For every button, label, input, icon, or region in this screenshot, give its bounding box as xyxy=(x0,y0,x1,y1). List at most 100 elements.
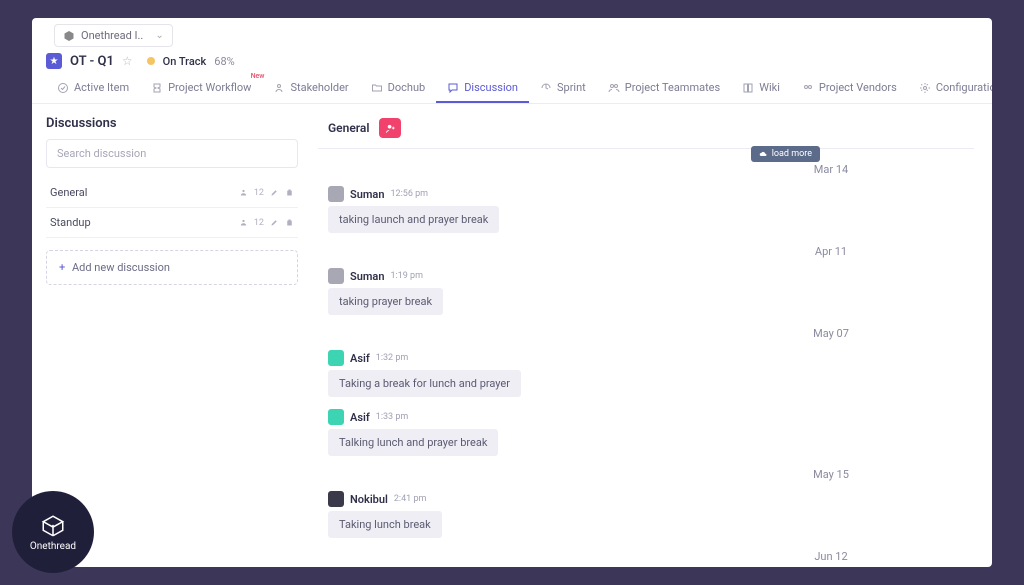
message-header: Asif 1:33 pm xyxy=(328,409,974,425)
message-feed: Mar 14Suman12:56 pmtaking launch and pra… xyxy=(318,149,974,567)
message-body: Taking a break for lunch and prayer xyxy=(328,370,521,397)
chat-icon xyxy=(447,82,459,94)
message: Suman12:56 pmtaking launch and prayer br… xyxy=(328,186,974,233)
message-author: Suman xyxy=(350,188,384,201)
discussion-name: General xyxy=(50,186,87,199)
channel-members-button[interactable] xyxy=(379,118,401,138)
message-time: 12:56 pm xyxy=(390,189,428,199)
tab-label: Sprint xyxy=(557,81,586,94)
members-icon xyxy=(239,188,248,197)
edit-icon[interactable] xyxy=(270,218,279,227)
tab-project-teammates[interactable]: Project Teammates xyxy=(597,73,731,103)
message-time: 1:33 pm xyxy=(376,412,409,422)
date-divider: May 15 xyxy=(328,468,974,481)
discussion-main: General load more Mar 14Suman12:56 pmtak… xyxy=(312,104,992,567)
org-selector[interactable]: Onethread I.. ⌄ xyxy=(54,24,173,47)
message-header: Suman 12:56 pm xyxy=(328,186,974,202)
date-divider: Mar 14 xyxy=(328,163,974,176)
tab-project-vendors[interactable]: Project Vendors xyxy=(791,73,908,103)
tab-label: Project Teammates xyxy=(625,81,720,94)
tab-wiki[interactable]: Wiki xyxy=(731,73,791,103)
tab-dochub[interactable]: Dochub xyxy=(360,73,437,103)
edit-icon[interactable] xyxy=(270,188,279,197)
status-dot xyxy=(147,57,155,65)
status-label: On Track xyxy=(163,55,207,68)
org-name: Onethread I.. xyxy=(81,29,143,42)
favorite-star-icon[interactable]: ☆ xyxy=(122,54,133,68)
tab-sprint[interactable]: Sprint xyxy=(529,73,597,103)
message-header: Nokibul 2:41 pm xyxy=(328,491,974,507)
tab-stakeholder[interactable]: Stakeholder xyxy=(262,73,359,103)
onethread-logo-badge: Onethread xyxy=(12,491,94,573)
vendors-icon xyxy=(802,82,814,94)
tab-label: Dochub xyxy=(388,81,426,94)
message: Asif 1:33 pm Talking lunch and prayer brea… xyxy=(328,409,974,456)
message-author: Suman xyxy=(350,270,384,283)
channel-name: General xyxy=(328,121,369,135)
message-header: Suman 1:19 pm xyxy=(328,268,974,284)
member-count: 12 xyxy=(254,188,264,198)
tab-configuration[interactable]: Configuration xyxy=(908,73,992,103)
cube-icon xyxy=(40,513,66,539)
channel-header: General xyxy=(318,114,974,149)
tab-label: Wiki xyxy=(759,81,780,94)
workflow-icon xyxy=(151,82,163,94)
gear-icon xyxy=(919,82,931,94)
message-time: 1:32 pm xyxy=(376,353,409,363)
avatar xyxy=(328,350,344,366)
sprint-icon xyxy=(540,82,552,94)
message-body: Talking lunch and prayer break xyxy=(328,429,498,456)
chevron-down-icon: ⌄ xyxy=(155,30,163,41)
date-divider: Apr 11 xyxy=(328,245,974,258)
project-tabs: Active Item Project Workflow New Stakeho… xyxy=(32,73,992,104)
avatar xyxy=(328,268,344,284)
message-time: 2:41 pm xyxy=(394,494,427,504)
org-icon xyxy=(63,30,75,42)
brand-name: Onethread xyxy=(30,541,76,552)
tab-label: Configuration xyxy=(936,81,992,94)
plus-icon: + xyxy=(59,261,65,274)
check-circle-icon xyxy=(57,82,69,94)
project-icon: ★ xyxy=(46,53,62,69)
delete-icon[interactable] xyxy=(285,218,294,227)
book-icon xyxy=(742,82,754,94)
avatar xyxy=(328,491,344,507)
tab-project-workflow[interactable]: Project Workflow New xyxy=(140,73,262,103)
project-header: ★ OT - Q1 ☆ On Track 68% xyxy=(32,47,992,69)
message-author: Nokibul xyxy=(350,493,388,506)
avatar xyxy=(328,186,344,202)
add-discussion-label: Add new discussion xyxy=(72,261,170,274)
tab-label: Stakeholder xyxy=(290,81,348,94)
message-time: 1:19 pm xyxy=(390,271,423,281)
message: Suman 1:19 pm taking prayer break xyxy=(328,268,974,315)
discussion-item[interactable]: General 12 xyxy=(46,178,298,208)
message: Nokibul 2:41 pm Taking lunch break xyxy=(328,491,974,538)
members-icon xyxy=(239,218,248,227)
discussion-item[interactable]: Standup 12 xyxy=(46,208,298,238)
team-icon xyxy=(608,82,620,94)
add-new-discussion[interactable]: + Add new discussion xyxy=(46,250,298,285)
app-window: Onethread I.. ⌄ ★ OT - Q1 ☆ On Track 68%… xyxy=(32,18,992,567)
message: Asif 1:32 pm Taking a break for lunch and … xyxy=(328,350,974,397)
tab-active-item[interactable]: Active Item xyxy=(46,73,140,103)
tab-discussion[interactable]: Discussion xyxy=(436,73,529,103)
user-plus-icon xyxy=(385,123,396,134)
tab-label: Project Vendors xyxy=(819,81,897,94)
discussion-meta: 12 xyxy=(239,188,294,198)
message-body: taking prayer break xyxy=(328,288,443,315)
message-body: Taking lunch break xyxy=(328,511,442,538)
discussions-heading: Discussions xyxy=(46,116,298,131)
stakeholder-icon xyxy=(273,82,285,94)
message-author: Asif xyxy=(350,411,370,424)
discussion-meta: 12 xyxy=(239,218,294,228)
date-divider: May 07 xyxy=(328,327,974,340)
discussion-name: Standup xyxy=(50,216,91,229)
search-discussion-input[interactable] xyxy=(46,139,298,168)
delete-icon[interactable] xyxy=(285,188,294,197)
message-header: Asif 1:32 pm xyxy=(328,350,974,366)
tab-label: Active Item xyxy=(74,81,129,94)
topbar: Onethread I.. ⌄ xyxy=(32,18,992,47)
tab-label: Project Workflow xyxy=(168,81,251,94)
progress-percent: 68% xyxy=(214,55,234,68)
message-author: Asif xyxy=(350,352,370,365)
